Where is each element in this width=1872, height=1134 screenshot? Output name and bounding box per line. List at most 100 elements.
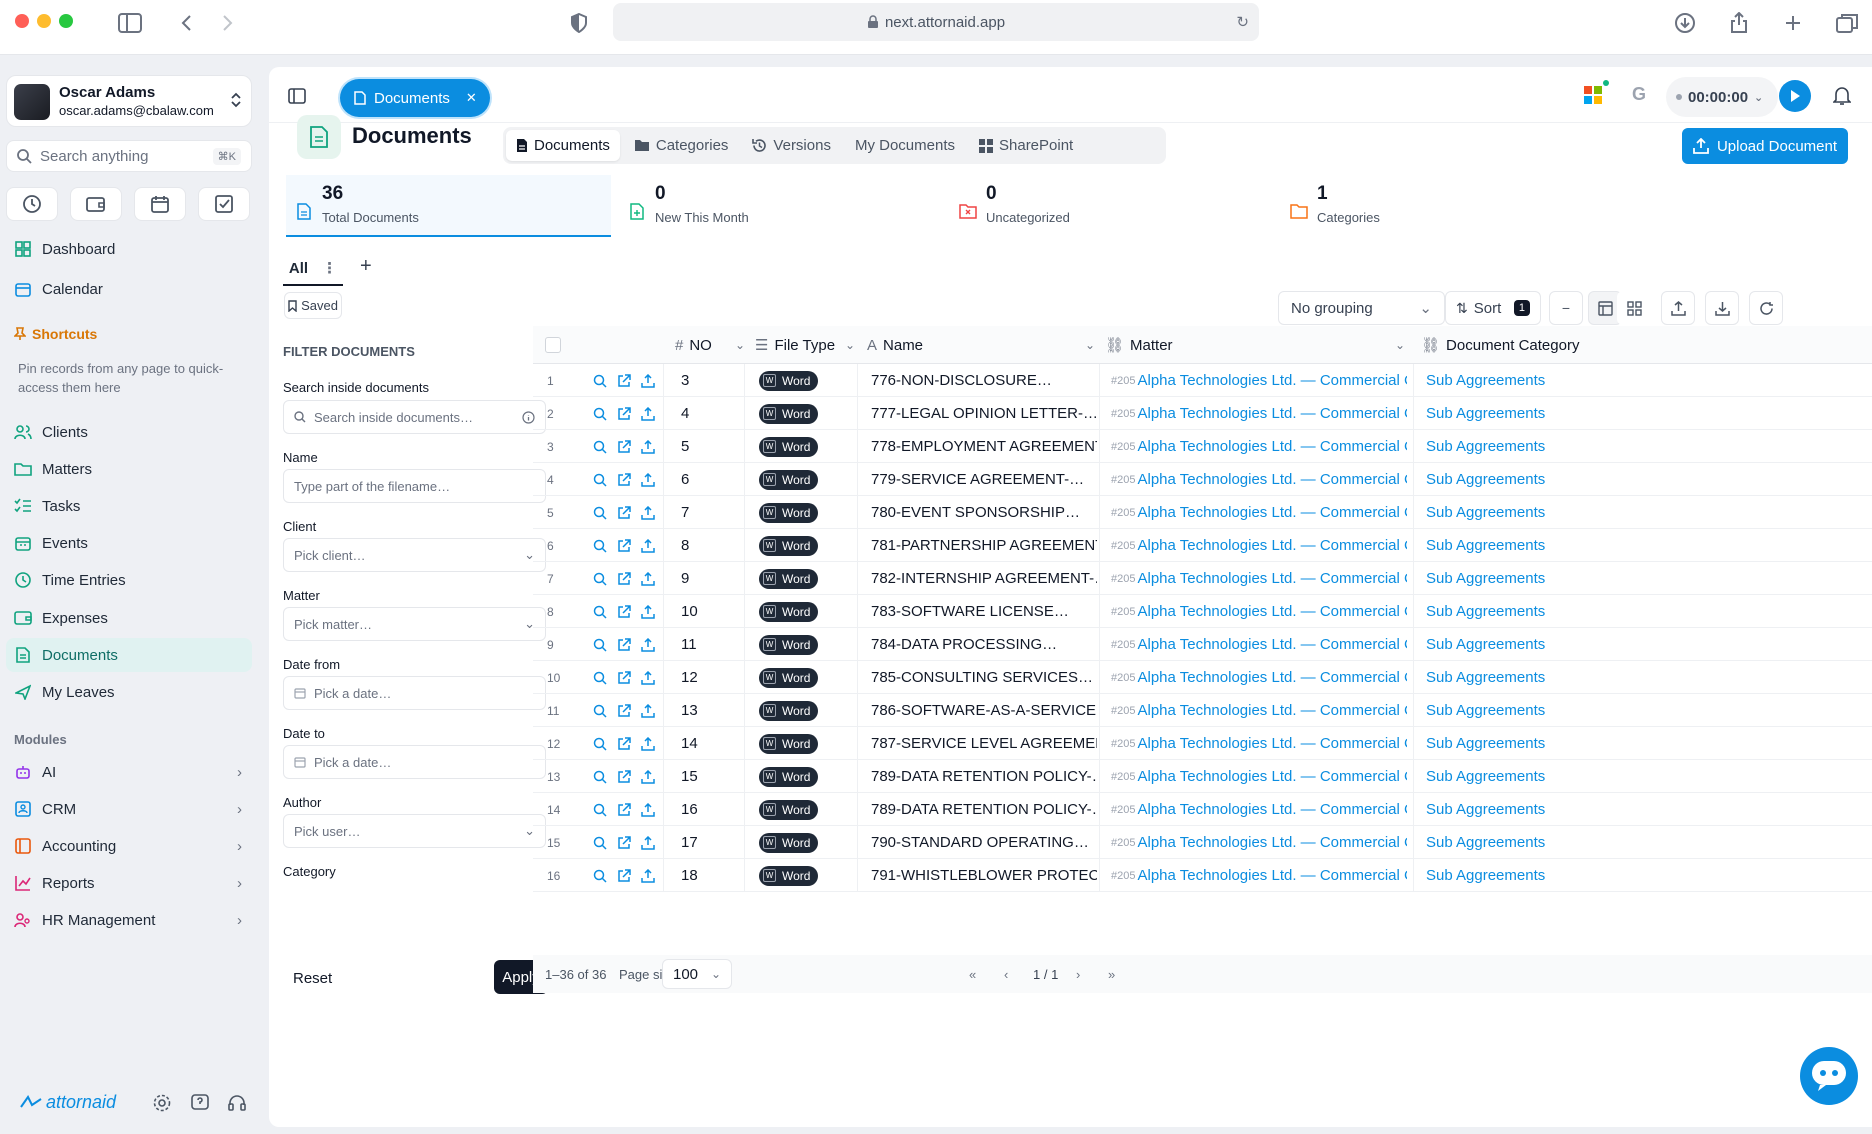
open-external-icon[interactable] bbox=[617, 406, 631, 421]
upload-version-icon[interactable] bbox=[641, 637, 655, 652]
doc-name[interactable]: 783-SOFTWARE LICENSE… bbox=[871, 595, 1097, 628]
upload-version-icon[interactable] bbox=[641, 538, 655, 553]
recent-button[interactable] bbox=[6, 187, 58, 221]
doc-name[interactable]: 776-NON-DISCLOSURE… bbox=[871, 364, 1097, 397]
doc-name[interactable]: 785-CONSULTING SERVICES… bbox=[871, 661, 1097, 694]
matter-link[interactable]: Alpha Technologies Ltd. — Commercial C… bbox=[1137, 405, 1407, 422]
headset-icon[interactable] bbox=[227, 1093, 247, 1113]
preview-icon[interactable] bbox=[593, 737, 607, 751]
wallet-button[interactable] bbox=[70, 187, 122, 221]
sidebar-item-hr-management[interactable]: HR Management › bbox=[6, 903, 252, 937]
grouping-select[interactable]: No grouping ⌄ bbox=[1278, 291, 1445, 325]
open-external-icon[interactable] bbox=[617, 571, 631, 586]
back-icon[interactable] bbox=[172, 9, 200, 37]
help-icon[interactable] bbox=[190, 1093, 210, 1113]
open-external-icon[interactable] bbox=[617, 703, 631, 718]
preview-icon[interactable] bbox=[593, 836, 607, 850]
tab-documents[interactable]: Documents ✕ bbox=[340, 79, 490, 117]
search-inside-input[interactable]: Search inside documents… bbox=[283, 400, 546, 434]
download-icon[interactable] bbox=[1671, 9, 1699, 37]
tasks-button[interactable] bbox=[198, 187, 250, 221]
saved-views-button[interactable]: Saved bbox=[284, 292, 342, 319]
category-link[interactable]: Sub Aggreements bbox=[1426, 859, 1545, 892]
doc-name[interactable]: 781-PARTNERSHIP AGREEMENT-… bbox=[871, 529, 1097, 562]
sidebar-item-matters[interactable]: Matters bbox=[6, 452, 252, 486]
open-external-icon[interactable] bbox=[617, 472, 631, 487]
share-icon[interactable] bbox=[1725, 9, 1753, 37]
author-select[interactable]: Pick user… ⌄ bbox=[283, 814, 546, 848]
last-page-button[interactable]: » bbox=[1108, 955, 1115, 993]
upload-version-icon[interactable] bbox=[641, 373, 655, 388]
matter-link[interactable]: Alpha Technologies Ltd. — Commercial C… bbox=[1137, 504, 1407, 521]
matter-link[interactable]: Alpha Technologies Ltd. — Commercial C… bbox=[1137, 537, 1407, 554]
upload-version-icon[interactable] bbox=[641, 406, 655, 421]
column-header-name[interactable]: A Name ⌄ bbox=[867, 326, 1095, 364]
open-external-icon[interactable] bbox=[617, 505, 631, 520]
user-switcher[interactable]: Oscar Adams oscar.adams@cbalaw.com bbox=[6, 75, 252, 127]
table-row[interactable]: 12 14 W Word 787-SERVICE LEVEL AGREEMENT… #20… bbox=[533, 727, 1872, 760]
sidebar-item-ai[interactable]: AI › bbox=[6, 755, 252, 789]
preview-icon[interactable] bbox=[593, 407, 607, 421]
matter-link[interactable]: Alpha Technologies Ltd. — Commercial C… bbox=[1137, 834, 1407, 851]
table-row[interactable]: 11 13 W Word 786-SOFTWARE-AS-A-SERVICE… #205 A… bbox=[533, 694, 1872, 727]
preview-icon[interactable] bbox=[593, 506, 607, 520]
preview-icon[interactable] bbox=[593, 803, 607, 817]
matter-link[interactable]: Alpha Technologies Ltd. — Commercial C… bbox=[1137, 801, 1407, 818]
table-row[interactable]: 2 4 W Word 777-LEGAL OPINION LETTER-… #205 Alp… bbox=[533, 397, 1872, 430]
matter-link[interactable]: Alpha Technologies Ltd. — Commercial C… bbox=[1137, 867, 1407, 884]
close-icon[interactable]: ✕ bbox=[466, 90, 477, 106]
open-external-icon[interactable] bbox=[617, 604, 631, 619]
category-link[interactable]: Sub Aggreements bbox=[1426, 463, 1545, 496]
table-row[interactable]: 4 6 W Word 779-SERVICE AGREEMENT-… #205 Alpha … bbox=[533, 463, 1872, 496]
matter-link[interactable]: Alpha Technologies Ltd. — Commercial C… bbox=[1137, 603, 1407, 620]
time-tracker[interactable]: 00:00:00 ⌄ bbox=[1666, 77, 1778, 117]
open-external-icon[interactable] bbox=[617, 868, 631, 883]
open-external-icon[interactable] bbox=[617, 736, 631, 751]
matter-select[interactable]: Pick matter… ⌄ bbox=[283, 607, 546, 641]
doc-name[interactable]: 777-LEGAL OPINION LETTER-… bbox=[871, 397, 1097, 430]
open-external-icon[interactable] bbox=[617, 835, 631, 850]
close-window-button[interactable] bbox=[15, 14, 29, 28]
sidebar-item-crm[interactable]: CRM › bbox=[6, 792, 252, 826]
table-row[interactable]: 3 5 W Word 778-EMPLOYMENT AGREEMENT-… #205Alp… bbox=[533, 430, 1872, 463]
table-row[interactable]: 6 8 W Word 781-PARTNERSHIP AGREEMENT-… #205Al… bbox=[533, 529, 1872, 562]
address-bar[interactable]: next.attornaid.app ↻ bbox=[613, 3, 1259, 41]
page-size-select[interactable]: 100 ⌄ bbox=[662, 959, 732, 989]
preview-icon[interactable] bbox=[593, 473, 607, 487]
upload-version-icon[interactable] bbox=[641, 670, 655, 685]
matter-link[interactable]: Alpha Technologies Ltd. — Commercial C… bbox=[1137, 570, 1407, 587]
tabs-overview-icon[interactable] bbox=[1833, 9, 1861, 37]
upload-document-button[interactable]: Upload Document bbox=[1682, 128, 1848, 164]
preview-icon[interactable] bbox=[593, 671, 607, 685]
table-row[interactable]: 16 18 W Word 791-WHISTLEBLOWER PROTECTI… #205… bbox=[533, 859, 1872, 892]
collapse-button[interactable]: − bbox=[1549, 291, 1583, 325]
open-external-icon[interactable] bbox=[617, 538, 631, 553]
subtab-categories[interactable]: Categories bbox=[624, 130, 739, 161]
table-row[interactable]: 8 10 W Word 783-SOFTWARE LICENSE… #205 Alpha T… bbox=[533, 595, 1872, 628]
forward-icon[interactable] bbox=[214, 9, 242, 37]
matter-link[interactable]: Alpha Technologies Ltd. — Commercial C… bbox=[1137, 438, 1407, 455]
table-row[interactable]: 7 9 W Word 782-INTERNSHIP AGREEMENT-… #205 Alp… bbox=[533, 562, 1872, 595]
upload-version-icon[interactable] bbox=[641, 802, 655, 817]
upload-version-icon[interactable] bbox=[641, 868, 655, 883]
sidebar-item-documents[interactable]: Documents bbox=[6, 638, 252, 672]
settings-icon[interactable] bbox=[152, 1093, 172, 1113]
table-row[interactable]: 5 7 W Word 780-EVENT SPONSORSHIP… #205 Alpha T… bbox=[533, 496, 1872, 529]
preview-icon[interactable] bbox=[593, 605, 607, 619]
category-link[interactable]: Sub Aggreements bbox=[1426, 529, 1545, 562]
preview-icon[interactable] bbox=[593, 770, 607, 784]
matter-link[interactable]: Alpha Technologies Ltd. — Commercial C… bbox=[1137, 768, 1407, 785]
open-external-icon[interactable] bbox=[617, 373, 631, 388]
microsoft-icon[interactable] bbox=[1584, 80, 1609, 104]
matter-link[interactable]: Alpha Technologies Ltd. — Commercial C… bbox=[1137, 372, 1407, 389]
category-link[interactable]: Sub Aggreements bbox=[1426, 364, 1545, 397]
date-from-input[interactable]: Pick a date… bbox=[283, 676, 546, 710]
subtab-sharepoint[interactable]: SharePoint bbox=[969, 130, 1083, 161]
stat-categories[interactable]: 1 Categories bbox=[1281, 175, 1606, 237]
reset-button[interactable]: Reset bbox=[293, 962, 332, 994]
upload-version-icon[interactable] bbox=[641, 769, 655, 784]
import-button[interactable] bbox=[1705, 291, 1739, 325]
category-link[interactable]: Sub Aggreements bbox=[1426, 793, 1545, 826]
column-header-matter[interactable]: ⛓ Matter ⌄ bbox=[1105, 326, 1405, 364]
upload-version-icon[interactable] bbox=[641, 439, 655, 454]
